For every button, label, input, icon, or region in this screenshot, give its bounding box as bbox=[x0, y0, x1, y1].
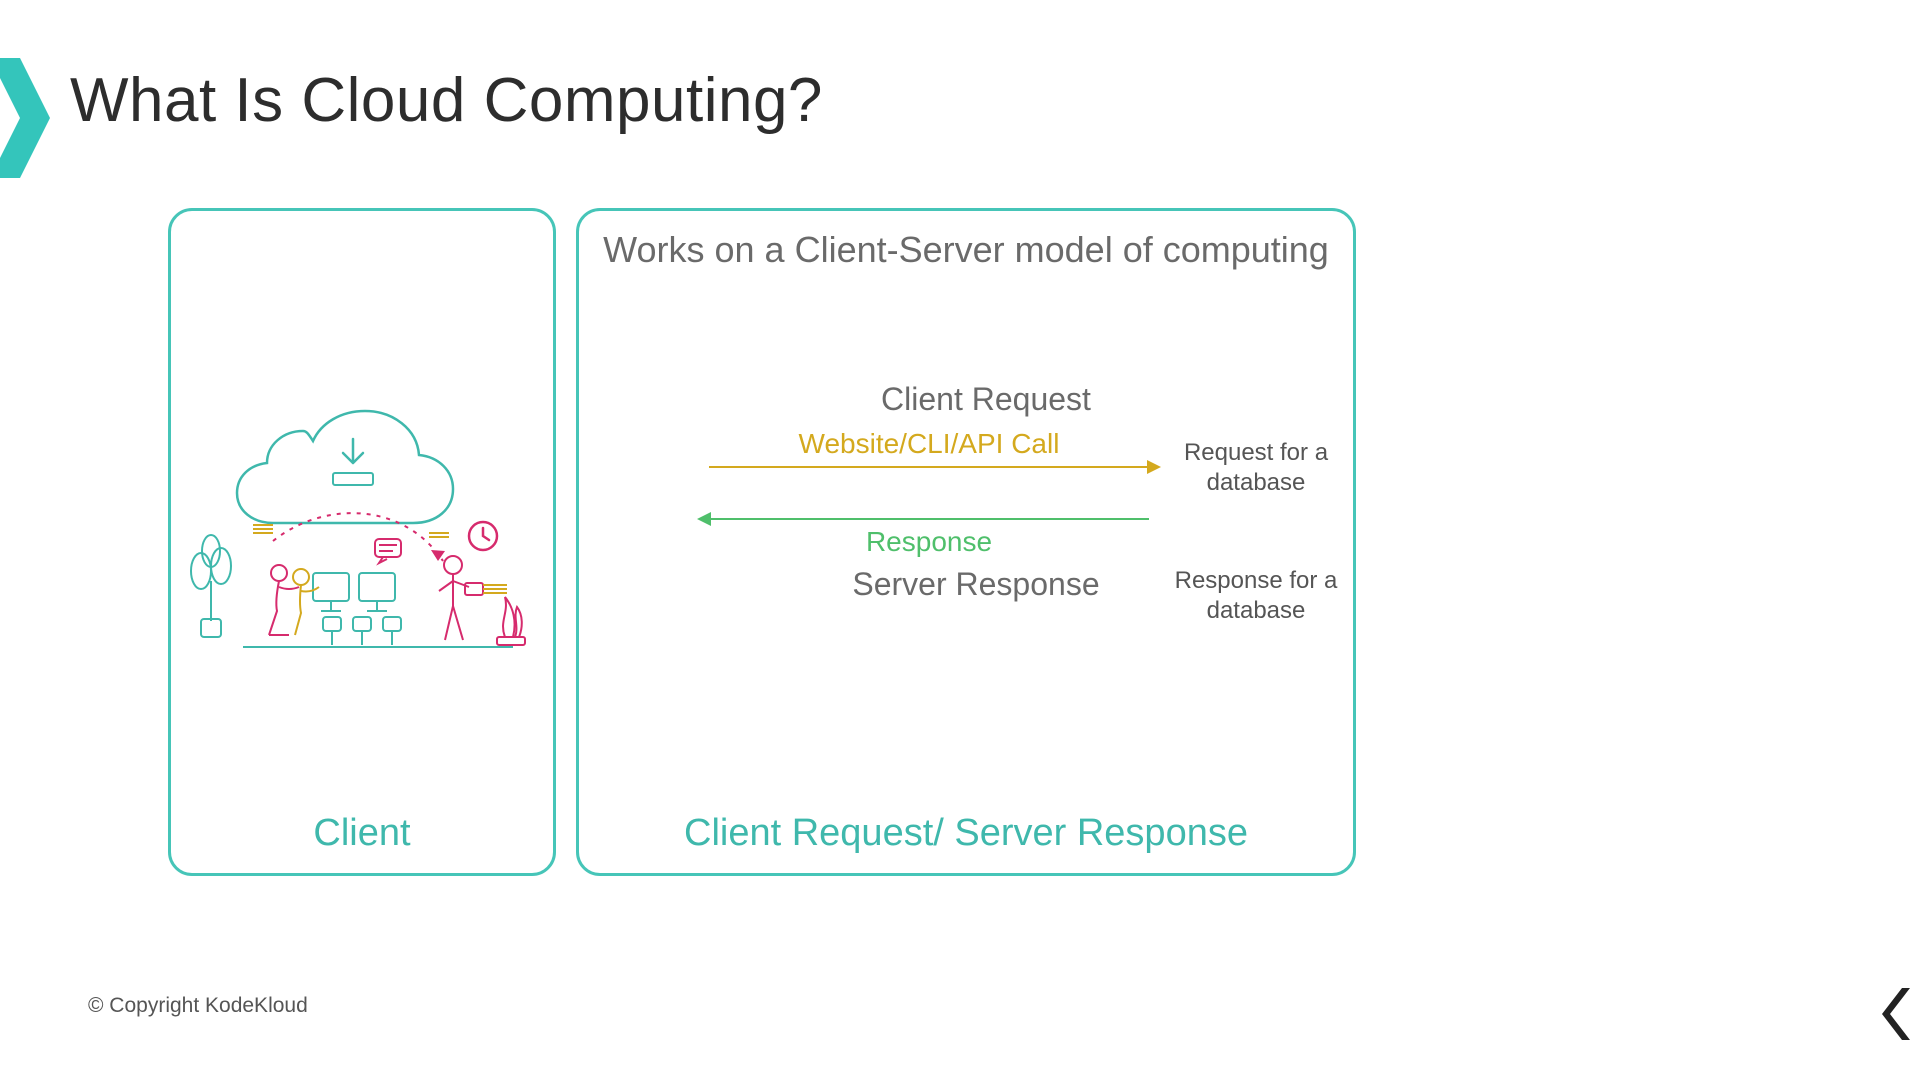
flow-panel: Works on a Client-Server model of comput… bbox=[576, 208, 1356, 876]
response-side-note: Response for a database bbox=[1171, 566, 1341, 626]
response-arrow-row: Response Response for a database bbox=[579, 496, 1353, 544]
flow-diagram: Client Request Website/CLI/API Call Requ… bbox=[579, 381, 1353, 603]
response-arrow-line bbox=[709, 518, 1149, 520]
arrow-right-icon bbox=[1147, 460, 1161, 474]
page-title: What Is Cloud Computing? bbox=[70, 65, 823, 136]
flow-panel-footer-label: Client Request/ Server Response bbox=[579, 812, 1353, 855]
request-arrow-row: Website/CLI/API Call Request for a datab… bbox=[579, 444, 1353, 492]
request-arrow-caption: Website/CLI/API Call bbox=[709, 428, 1149, 460]
flow-panel-heading: Works on a Client-Server model of comput… bbox=[579, 229, 1353, 271]
request-arrow-line bbox=[709, 466, 1149, 468]
copyright-text: © Copyright KodeKloud bbox=[88, 994, 308, 1018]
client-panel-label: Client bbox=[171, 812, 553, 855]
accent-chevron-icon bbox=[0, 58, 60, 178]
client-request-label: Client Request bbox=[579, 381, 1353, 418]
response-arrow-caption: Response bbox=[709, 526, 1149, 558]
back-chevron-icon[interactable] bbox=[1876, 986, 1916, 1042]
slide: What Is Cloud Computing? bbox=[0, 0, 1920, 1080]
client-illustration bbox=[183, 361, 543, 661]
client-panel: Client bbox=[168, 208, 556, 876]
request-side-note: Request for a database bbox=[1171, 438, 1341, 498]
